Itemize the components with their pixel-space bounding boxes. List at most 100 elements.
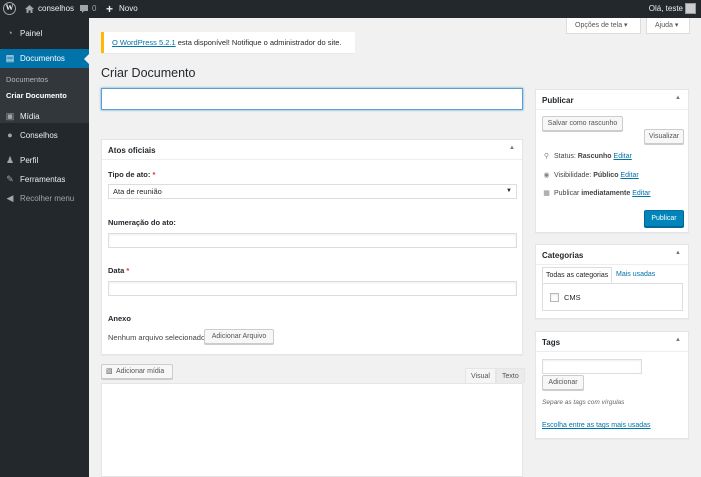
category-checklist: CMS — [542, 283, 683, 311]
status-row: ⚲ Status: Rascunho Editar — [542, 152, 632, 160]
category-checkbox-cms[interactable] — [550, 293, 559, 302]
media-icon: ▣ — [5, 111, 15, 121]
sidebar-item-label: Painel — [20, 29, 43, 38]
publicar-header[interactable]: Publicar ▲ — [536, 90, 688, 110]
collapse-menu-button[interactable]: ◀ Recolher menu — [0, 189, 89, 208]
comment-count[interactable]: 0 — [92, 0, 96, 18]
tipo-ato-label-text: Tipo de ato: — [108, 170, 153, 179]
toggle-arrow-icon[interactable]: ▲ — [675, 95, 681, 101]
numeracao-ato-label: Numeração do ato: — [108, 218, 176, 227]
admin-bar: W conselhos 0 + Novo Olá, teste — [0, 0, 701, 18]
site-name-link[interactable]: conselhos — [38, 0, 74, 18]
save-draft-button[interactable]: Salvar como rascunho — [542, 116, 623, 131]
sidebar-item-midia[interactable]: ▣ Mídia — [0, 107, 89, 126]
calendar-icon: ▦ — [543, 190, 550, 197]
page-title: Criar Documento — [101, 66, 196, 80]
home-icon[interactable] — [24, 0, 35, 18]
help-button[interactable]: Ajuda ▾ — [646, 18, 690, 34]
screen-options-button[interactable]: Opções de tela ▾ — [566, 18, 641, 34]
required-mark: * — [126, 266, 130, 275]
add-tag-button[interactable]: Adicionar — [542, 375, 584, 390]
numeracao-ato-input[interactable] — [108, 233, 517, 248]
wordpress-logo-icon[interactable]: W — [3, 2, 16, 15]
atos-oficiais-box: Atos oficiais ▲ Tipo de ato: * Ata de re… — [101, 139, 523, 355]
edit-status-link[interactable]: Editar — [614, 153, 632, 160]
adicionar-arquivo-button[interactable]: Adicionar Arquivo — [204, 329, 274, 344]
data-label-text: Data — [108, 266, 127, 275]
sidebar-item-perfil[interactable]: ♟ Perfil — [0, 151, 89, 170]
avatar[interactable] — [685, 3, 696, 14]
wordpress-version-link[interactable]: O WordPress 5.2.1 — [112, 38, 176, 47]
add-media-icon: ▧ — [106, 368, 113, 375]
groups-icon: ● — [7, 130, 13, 140]
toggle-arrow-icon[interactable]: ▲ — [675, 250, 681, 256]
publish-time-row: ▦ Publicar imediatamente Editar — [542, 189, 650, 197]
tags-howto: Separe as tags com vírgulas — [542, 399, 625, 406]
visibility-value: Público — [593, 172, 619, 179]
submenu-item-documentos[interactable]: Documentos — [6, 75, 48, 84]
required-mark: * — [152, 170, 156, 179]
tags-box: Tags ▲ Adicionar Separe as tags com vírg… — [535, 331, 689, 439]
add-media-label: Adicionar mídia — [116, 368, 165, 375]
tags-header[interactable]: Tags ▲ — [536, 332, 688, 352]
tipo-ato-label: Tipo de ato: * — [108, 170, 155, 179]
visibility-label: Visibilidade: — [554, 172, 594, 179]
account-greeting[interactable]: Olá, teste — [649, 0, 683, 18]
status-label: Status: — [554, 153, 578, 160]
user-icon: ♟ — [5, 155, 15, 165]
new-tag-input[interactable] — [542, 359, 642, 374]
status-value: Rascunho — [577, 153, 612, 160]
add-media-button[interactable]: ▧ Adicionar mídia — [101, 364, 173, 379]
edit-publish-time-link[interactable]: Editar — [632, 190, 650, 197]
sidebar-item-documentos[interactable]: ▤ Documentos — [0, 49, 89, 68]
sidebar-item-label: Ferramentas — [20, 175, 66, 184]
submenu-item-criar-documento[interactable]: Criar Documento — [6, 91, 67, 100]
publicar-title: Publicar — [542, 96, 574, 105]
data-label: Data * — [108, 266, 129, 275]
tipo-ato-selected-value: Ata de reunião — [113, 187, 162, 196]
title-input[interactable] — [101, 88, 523, 110]
atos-oficiais-header[interactable]: Atos oficiais ▲ — [102, 140, 522, 160]
anexo-label: Anexo — [108, 314, 131, 323]
comments-icon[interactable] — [79, 0, 89, 18]
sidebar-item-conselhos[interactable]: ● Conselhos — [0, 126, 89, 145]
select-arrow-icon: ▼ — [506, 188, 512, 194]
update-notice: O WordPress 5.2.1 esta disponível! Notif… — [101, 32, 355, 53]
content-editor[interactable] — [101, 383, 523, 477]
eye-icon: ◉ — [543, 172, 550, 179]
plus-icon[interactable]: + — [106, 0, 113, 18]
sidebar-item-label: Documentos — [20, 54, 65, 63]
dashboard-icon: ◔ — [7, 28, 13, 38]
toggle-arrow-icon[interactable]: ▲ — [509, 145, 515, 151]
data-input[interactable] — [108, 281, 517, 296]
tab-texto[interactable]: Texto — [496, 368, 525, 383]
tab-todas-categorias[interactable]: Todas as categorias — [542, 267, 613, 283]
admin-sidebar: ◔ Painel ▤ Documentos Documentos Criar D… — [0, 18, 89, 477]
publicar-box: Publicar ▲ Salvar como rascunho Visualiz… — [535, 89, 689, 233]
sidebar-item-painel[interactable]: ◔ Painel — [0, 24, 89, 43]
tags-title: Tags — [542, 338, 561, 347]
anexo-status: Nenhum arquivo selecionado — [108, 333, 206, 342]
publish-button[interactable]: Publicar — [644, 210, 684, 227]
document-icon: ▤ — [5, 53, 15, 63]
tab-mais-usadas[interactable]: Mais usadas — [613, 267, 658, 283]
sidebar-item-ferramentas[interactable]: ✎ Ferramentas — [0, 170, 89, 189]
collapse-arrow-icon: ◀ — [6, 193, 14, 203]
categorias-box: Categorias ▲ Todas as categorias Mais us… — [535, 244, 689, 319]
publish-time-value: imediatamente — [581, 190, 631, 197]
tipo-ato-select[interactable]: Ata de reunião ▼ — [108, 184, 517, 199]
categorias-title: Categorias — [542, 251, 584, 260]
new-content-link[interactable]: Novo — [119, 0, 138, 18]
atos-oficiais-title: Atos oficiais — [108, 146, 156, 155]
toggle-arrow-icon[interactable]: ▲ — [675, 337, 681, 343]
edit-visibility-link[interactable]: Editar — [620, 172, 638, 179]
sidebar-item-label: Mídia — [20, 112, 40, 121]
choose-tags-link[interactable]: Escolha entre as tags mais usadas — [542, 422, 651, 429]
preview-button[interactable]: Visualizar — [644, 129, 684, 144]
wrench-icon: ✎ — [6, 174, 14, 184]
visibility-row: ◉ Visibilidade: Público Editar — [542, 171, 638, 179]
category-label-cms[interactable]: CMS — [564, 293, 581, 302]
tab-visual[interactable]: Visual — [465, 368, 496, 383]
categorias-header[interactable]: Categorias ▲ — [536, 245, 688, 265]
sidebar-item-label: Recolher menu — [20, 194, 75, 203]
